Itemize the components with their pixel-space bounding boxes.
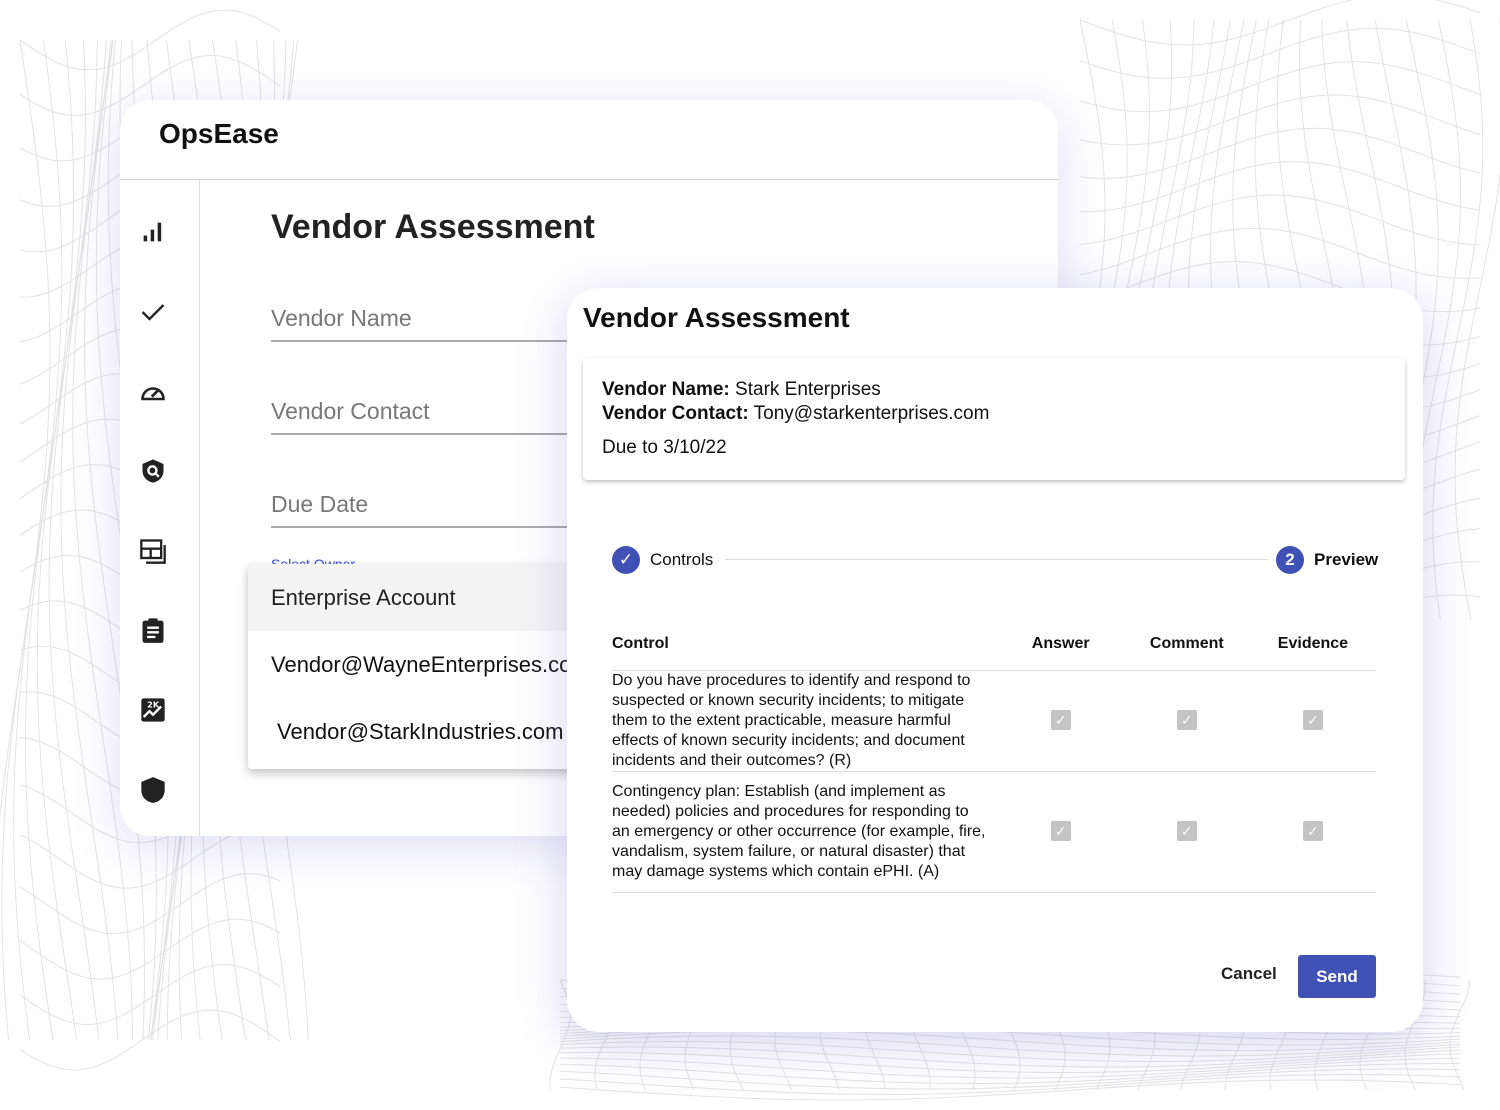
grid-line bbox=[36, 39, 98, 1041]
cancel-button[interactable]: Cancel bbox=[1209, 956, 1289, 992]
grid-line bbox=[19, 918, 281, 980]
column-header: Answer bbox=[997, 618, 1124, 671]
grid-line bbox=[1080, 161, 1481, 213]
vendor-name-label: Vendor Name: bbox=[602, 379, 730, 400]
owner-option[interactable]: Enterprise Account bbox=[248, 564, 578, 631]
shield-search-icon[interactable] bbox=[139, 457, 167, 485]
vendor-assessment-dialog: Vendor Assessment Vendor Name: Stark Ent… bbox=[567, 288, 1423, 1032]
comment-checkbox[interactable]: ✓ bbox=[1176, 710, 1197, 730]
evidence-checkbox[interactable]: ✓ bbox=[1302, 710, 1323, 730]
grid-line bbox=[19, 964, 281, 1026]
evidence-checkbox[interactable]: ✓ bbox=[1302, 821, 1323, 841]
table-row: Contingency plan: Establish (and impleme… bbox=[612, 771, 1376, 893]
send-button[interactable]: Send bbox=[1298, 955, 1376, 998]
step-number: 2 bbox=[1276, 546, 1304, 574]
dialog-title: Vendor Assessment bbox=[583, 302, 850, 333]
clipboard-icon[interactable] bbox=[139, 616, 167, 644]
grid-line bbox=[1079, 94, 1481, 146]
owner-dropdown-menu: Enterprise Account Vendor@WayneEnterpris… bbox=[248, 564, 578, 769]
control-text: Contingency plan: Establish (and impleme… bbox=[612, 771, 998, 893]
sidebar: 2K bbox=[120, 180, 200, 836]
table-row: Do you have procedures to identify and r… bbox=[612, 670, 1376, 772]
step-label: Controls bbox=[650, 550, 714, 569]
vendor-contact-value: Tony@starkenterprises.com bbox=[753, 403, 990, 424]
step-controls[interactable]: ✓ Controls bbox=[612, 546, 713, 574]
vendor-contact-label: Vendor Contact: bbox=[602, 403, 749, 424]
column-header: Control bbox=[612, 618, 998, 671]
svg-text:2K: 2K bbox=[147, 700, 160, 710]
control-text: Do you have procedures to identify and r… bbox=[612, 670, 998, 772]
shield-icon[interactable] bbox=[139, 776, 167, 804]
grid-line bbox=[1, 39, 63, 1041]
answer-checkbox[interactable]: ✓ bbox=[1050, 821, 1071, 841]
grid-line bbox=[1079, 227, 1481, 279]
due-date-input[interactable]: Due Date bbox=[271, 491, 571, 528]
grid-line bbox=[13, 39, 75, 1041]
page-title: Vendor Assessment bbox=[271, 208, 595, 246]
grid-line bbox=[19, 9, 281, 71]
grid-line bbox=[1079, 127, 1481, 179]
owner-option[interactable]: Vendor@WayneEnterprises.com bbox=[248, 631, 578, 698]
bar-chart-icon[interactable] bbox=[139, 218, 167, 246]
vendor-name-value: Stark Enterprises bbox=[735, 379, 881, 400]
column-header: Evidence bbox=[1249, 618, 1376, 671]
grid-line bbox=[24, 39, 87, 1041]
vendor-name-input[interactable]: Vendor Name bbox=[271, 305, 571, 342]
answer-checkbox[interactable]: ✓ bbox=[1050, 710, 1071, 730]
check-icon[interactable] bbox=[139, 298, 167, 326]
grid-line bbox=[1449, 979, 1471, 1091]
vendor-info-card: Vendor Name: Stark Enterprises Vendor Co… bbox=[583, 358, 1405, 480]
vendor-contact-input[interactable]: Vendor Contact bbox=[271, 398, 571, 435]
controls-table: Control Answer Comment Evidence Do you h… bbox=[612, 618, 1376, 893]
check-icon: ✓ bbox=[612, 546, 640, 574]
owner-option[interactable]: Vendor@StarkIndustries.com bbox=[248, 698, 578, 765]
dashboard-icon[interactable] bbox=[139, 537, 167, 565]
comment-checkbox[interactable]: ✓ bbox=[1176, 821, 1197, 841]
analytics-icon[interactable]: 2K bbox=[139, 696, 167, 724]
speedometer-icon[interactable] bbox=[139, 378, 167, 406]
grid-line bbox=[60, 39, 119, 1041]
step-preview[interactable]: 2 Preview bbox=[1276, 546, 1378, 574]
grid-line bbox=[1454, 19, 1500, 621]
due-date-text: Due to 3/10/22 bbox=[602, 437, 727, 458]
step-label: Preview bbox=[1314, 550, 1379, 569]
app-title: OpsEase bbox=[120, 100, 1058, 180]
grid-line bbox=[1079, 0, 1481, 46]
stepper-connector bbox=[725, 559, 1268, 560]
grid-line bbox=[19, 873, 281, 935]
column-header: Comment bbox=[1123, 618, 1250, 671]
grid-line bbox=[19, 827, 281, 889]
